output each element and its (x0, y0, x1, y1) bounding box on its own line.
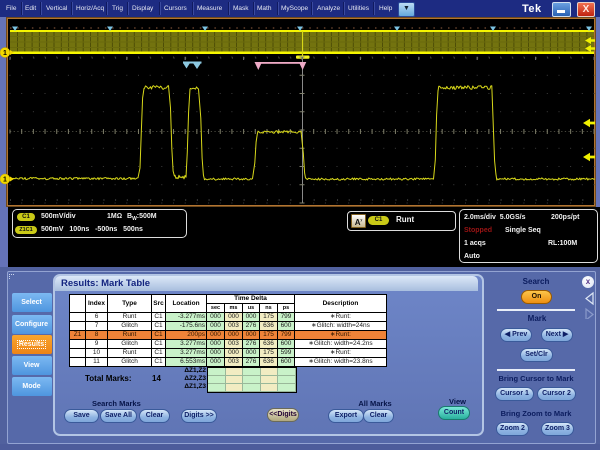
svg-text:1: 1 (3, 177, 7, 184)
svg-text:1: 1 (3, 50, 7, 57)
